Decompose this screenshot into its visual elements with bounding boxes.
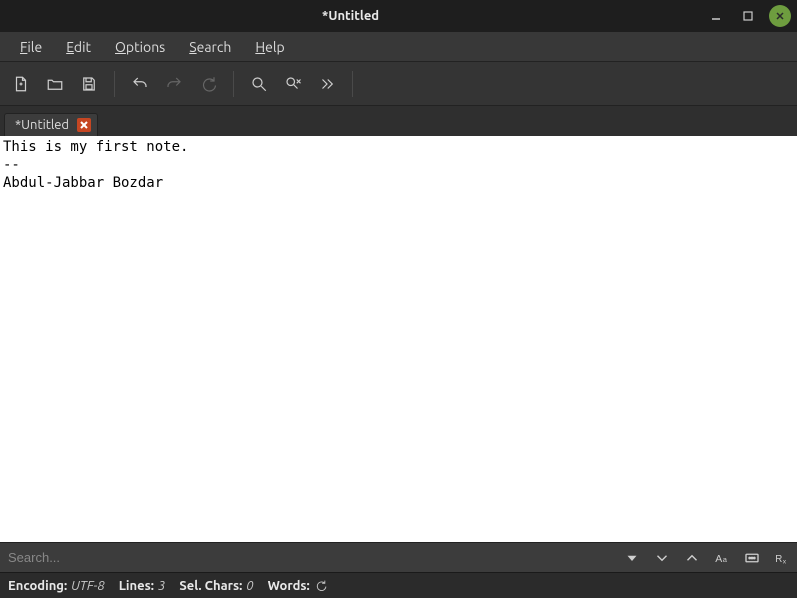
menu-edit[interactable]: Edit	[54, 35, 103, 59]
toolbar-more-button[interactable]	[312, 69, 342, 99]
open-button[interactable]	[40, 69, 70, 99]
open-folder-icon	[46, 75, 64, 93]
toolbar-separator	[233, 71, 234, 97]
menu-help[interactable]: Help	[243, 35, 296, 59]
sel-chars-value: 0	[246, 579, 253, 593]
regex-icon: Rx	[773, 549, 791, 567]
case-icon: Aa	[713, 549, 731, 567]
lines-label: Lines:	[119, 579, 154, 593]
window-title: *Untitled	[6, 9, 695, 23]
close-button[interactable]	[769, 5, 791, 27]
case-sensitive-button[interactable]: Aa	[707, 543, 737, 573]
tab-bar: *Untitled	[0, 106, 797, 136]
close-icon	[79, 120, 89, 130]
search-next-button[interactable]	[647, 543, 677, 573]
menu-options[interactable]: Options	[103, 35, 177, 59]
sel-chars-label: Sel. Chars:	[179, 579, 242, 593]
find-button[interactable]	[244, 69, 274, 99]
new-file-icon	[12, 75, 30, 93]
toolbar-separator	[352, 71, 353, 97]
editor-area[interactable]: This is my first note. -- Abdul-Jabbar B…	[0, 136, 797, 542]
find-replace-icon	[284, 75, 302, 93]
menubar: File Edit Options Search Help	[0, 32, 797, 62]
chevron-up-icon	[683, 549, 701, 567]
words-label: Words:	[268, 579, 310, 593]
words-refresh-button[interactable]	[314, 579, 327, 592]
save-button[interactable]	[74, 69, 104, 99]
chevron-double-right-icon	[318, 75, 336, 93]
search-prev-button[interactable]	[677, 543, 707, 573]
redo-icon	[165, 75, 183, 93]
redo-alt-button[interactable]	[193, 69, 223, 99]
new-file-button[interactable]	[6, 69, 36, 99]
tab-label: *Untitled	[15, 118, 69, 132]
menu-file[interactable]: File	[8, 35, 54, 59]
undo-button[interactable]	[125, 69, 155, 99]
save-icon	[80, 75, 98, 93]
tab-close-button[interactable]	[77, 118, 91, 132]
search-bar: Aa Rx	[0, 542, 797, 572]
encoding-label: Encoding:	[8, 579, 67, 593]
toolbar-separator	[114, 71, 115, 97]
regex-button[interactable]: Rx	[767, 543, 797, 573]
encoding-value[interactable]: UTF-8	[71, 579, 105, 593]
maximize-button[interactable]	[737, 5, 759, 27]
svg-text:A: A	[715, 552, 722, 564]
svg-text:a: a	[723, 554, 728, 563]
svg-text:x: x	[783, 558, 787, 565]
triangle-down-icon	[623, 549, 641, 567]
search-icon	[250, 75, 268, 93]
svg-text:R: R	[775, 553, 782, 564]
titlebar: *Untitled	[0, 0, 797, 32]
menu-search[interactable]: Search	[177, 35, 243, 59]
status-bar: Encoding: UTF-8 Lines: 3 Sel. Chars: 0 W…	[0, 572, 797, 598]
search-dropdown-button[interactable]	[617, 543, 647, 573]
undo-icon	[131, 75, 149, 93]
redo-button[interactable]	[159, 69, 189, 99]
refresh-icon	[314, 579, 327, 592]
find-replace-button[interactable]	[278, 69, 308, 99]
search-input[interactable]	[0, 543, 617, 572]
whole-word-button[interactable]	[737, 543, 767, 573]
minimize-button[interactable]	[705, 5, 727, 27]
document-tab[interactable]: *Untitled	[4, 113, 98, 136]
whole-word-icon	[743, 549, 761, 567]
toolbar	[0, 62, 797, 106]
redo-alt-icon	[199, 75, 217, 93]
chevron-down-icon	[653, 549, 671, 567]
lines-value: 3	[158, 579, 165, 593]
